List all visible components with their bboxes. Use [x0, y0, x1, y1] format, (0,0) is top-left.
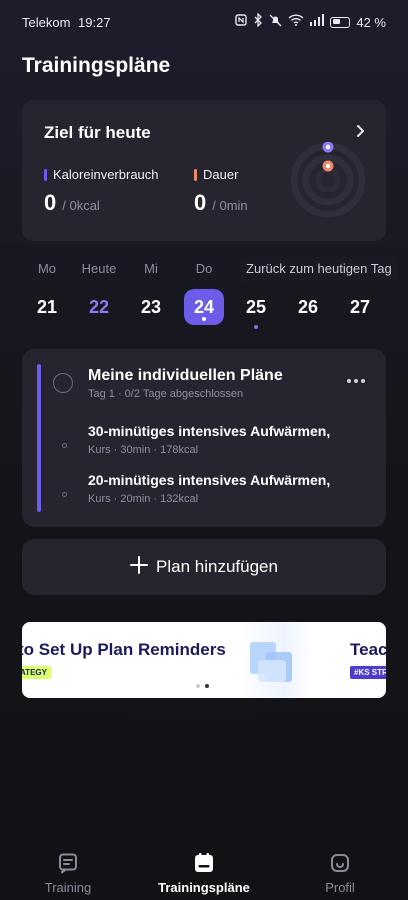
workout-item[interactable]: 30-minütiges intensives Aufwärmen, Kurs …: [22, 423, 386, 467]
status-bar: Telekom 19:27 42 %: [0, 0, 408, 44]
duration-metric: Dauer 0 / 0min: [194, 167, 248, 216]
day-number: 25: [236, 289, 276, 329]
bluetooth-icon: [253, 12, 263, 31]
page-title: Trainingspläne: [22, 54, 171, 77]
profile-icon: [329, 852, 351, 874]
workout-item[interactable]: 20-minütiges intensives Aufwärmen, Kurs …: [22, 472, 386, 516]
training-icon: [57, 852, 79, 874]
nav-trainingsplaene[interactable]: Trainingspläne: [144, 852, 264, 895]
day-name: Mi: [144, 261, 158, 276]
calories-unit: / 0kcal: [62, 198, 100, 213]
nfc-icon: [235, 14, 248, 30]
day-name: Do: [195, 261, 213, 276]
pager-dot: [196, 684, 200, 688]
day-do-selected[interactable]: Do 24: [184, 258, 224, 325]
add-plan-button[interactable]: Plan hinzufügen: [22, 539, 386, 595]
week-strip: Mo 21 Heute 22 Mi 23 Do 24 25 26 27 Zurü…: [0, 258, 408, 338]
plans-icon: [193, 852, 215, 874]
workout-dot: [62, 443, 67, 448]
plus-icon: [130, 555, 149, 579]
plan-checkbox[interactable]: [53, 373, 73, 393]
workout-meta: Kurs · 20min · 132kcal: [88, 493, 199, 505]
signal-icon: [310, 14, 325, 30]
day-mo[interactable]: Mo 21: [27, 258, 67, 325]
duration-unit: / 0min: [212, 198, 248, 213]
chevron-right-icon[interactable]: [356, 122, 366, 143]
plans-title: Meine individuellen Pläne: [88, 367, 283, 384]
mute-icon: [269, 14, 282, 31]
nav-training[interactable]: Training: [8, 852, 128, 895]
banner-pager: [196, 684, 209, 688]
workout-meta: Kurs · 30min · 178kcal: [88, 444, 199, 456]
calories-metric: Kaloreinverbrauch 0 / 0kcal: [44, 167, 159, 216]
duration-marker: [194, 168, 197, 181]
status-left: Telekom 19:27: [22, 15, 111, 30]
banner-tag-next: #KS STR: [350, 666, 386, 679]
day-number-selected: 24: [184, 289, 224, 325]
workout-title: 20-minütiges intensives Aufwärmen,: [88, 472, 331, 488]
screen: Telekom 19:27 42 % Trainingspläne Ziel f…: [0, 0, 408, 900]
banner-text-next: Teac: [350, 640, 386, 659]
day-today[interactable]: Heute 22: [79, 258, 119, 325]
nav-label: Trainingspläne: [158, 880, 250, 895]
nav-label: Profil: [325, 880, 355, 895]
day-number: 27: [349, 297, 371, 317]
calories-marker: [44, 168, 47, 181]
banner-illustration-icon: [250, 642, 292, 682]
calories-value: 0: [44, 190, 57, 215]
promo-banner[interactable]: to Set Up Plan Reminders ATEGY Teac #KS …: [22, 622, 386, 698]
more-icon[interactable]: [346, 371, 366, 389]
goal-title: Ziel für heute: [44, 123, 151, 142]
duration-label: Dauer: [203, 167, 239, 182]
progress-rings-icon: [290, 142, 366, 218]
wifi-icon: [288, 14, 304, 30]
nav-label: Training: [44, 880, 92, 895]
back-to-today-button[interactable]: Zurück zum heutigen Tag: [240, 258, 398, 282]
battery-icon: [330, 16, 351, 28]
calories-label: Kaloreinverbrauch: [53, 167, 159, 182]
day-number: 21: [36, 297, 58, 317]
banner-text: to Set Up Plan Reminders: [22, 640, 226, 659]
add-plan-label: Plan hinzufügen: [156, 557, 278, 576]
day-name: Mo: [37, 261, 57, 276]
clock: 19:27: [78, 15, 111, 30]
duration-value: 0: [194, 190, 207, 215]
day-mi[interactable]: Mi 23: [131, 258, 171, 325]
workout-title: 30-minütiges intensives Aufwärmen,: [88, 423, 331, 439]
battery-percent: 42 %: [356, 14, 386, 30]
plans-subtitle: Tag 1 · 0/2 Tage abgeschlossen: [88, 388, 244, 400]
pager-dot-active: [205, 684, 209, 688]
day-number: 23: [140, 297, 162, 317]
banner-tag: ATEGY: [22, 666, 51, 679]
bottom-nav: Training Trainingspläne Profil: [0, 838, 408, 900]
nav-profil[interactable]: Profil: [280, 852, 400, 895]
day-number: 22: [88, 297, 110, 317]
day-number: 26: [297, 297, 319, 317]
workout-dot: [62, 492, 67, 497]
carrier-label: Telekom: [22, 15, 71, 30]
day-name: Heute: [81, 261, 117, 276]
plans-card[interactable]: Meine individuellen Pläne Tag 1 · 0/2 Ta…: [22, 349, 386, 527]
status-right: 42 %: [235, 12, 386, 31]
goal-card[interactable]: Ziel für heute Kaloreinverbrauch 0 / 0kc…: [22, 100, 386, 241]
plan-dot: [254, 325, 258, 329]
plan-dot: [202, 317, 206, 321]
